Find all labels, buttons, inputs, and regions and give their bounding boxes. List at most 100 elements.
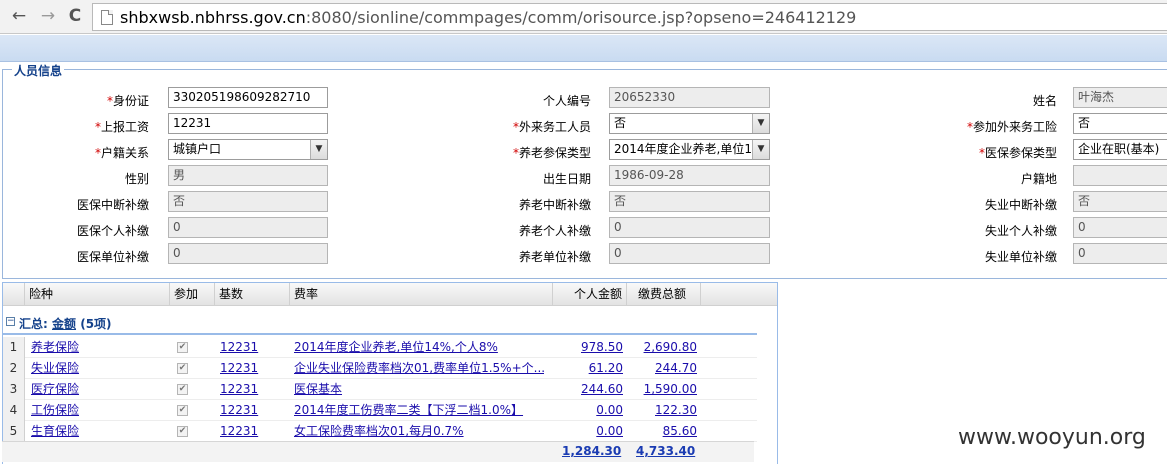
table-row[interactable]: 4 工伤保险 ✔ 12231 2014年度工伤费率二类【下浮二档1.0%】 0.00 122…	[3, 400, 757, 421]
row-number: 5	[3, 421, 25, 442]
checkbox-checked-icon[interactable]: ✔	[177, 405, 188, 416]
address-bar[interactable]: shbxwsb.nbhrss.gov.cn:8080/sionline/comm…	[92, 3, 1167, 31]
browser-toolbar: ← → C shbxwsb.nbhrss.gov.cn:8080/sionlin…	[0, 0, 1167, 34]
table-row[interactable]: 3 医疗保险 ✔ 12231 医保基本 244.60 1,590.00	[3, 379, 757, 400]
medical-type-label: *医保参保类型	[978, 146, 1057, 160]
header-total[interactable]: 缴费总额	[627, 283, 701, 306]
personal-amount-link[interactable]: 61.20	[589, 361, 623, 375]
unemp-personal-input[interactable]: 0	[1073, 217, 1167, 238]
household-place-label: 户籍地	[1020, 172, 1057, 186]
row-number: 4	[3, 400, 25, 421]
med-unit-label: 医保单位补缴	[76, 250, 149, 264]
household-select[interactable]: 城镇户口 ▼	[168, 139, 328, 160]
group-summary-row[interactable]: − 汇总: 金额 (5项)	[3, 313, 757, 335]
checkbox-checked-icon[interactable]: ✔	[177, 384, 188, 395]
base-link[interactable]: 12231	[220, 403, 258, 417]
join-migrant-insurance-label: *参加外来务工险	[966, 120, 1057, 134]
report-wage-label: *上报工资	[94, 120, 149, 134]
med-interrupt-label: 医保中断补缴	[76, 198, 149, 212]
page-icon	[101, 10, 113, 25]
person-no-input[interactable]: 20652330	[609, 87, 770, 108]
med-personal-label: 医保个人补缴	[76, 224, 149, 238]
header-join[interactable]: 参加	[170, 283, 215, 306]
pension-personal-input[interactable]: 0	[609, 217, 770, 238]
join-migrant-insurance-select[interactable]: 否	[1073, 113, 1167, 134]
checkbox-checked-icon[interactable]: ✔	[177, 426, 188, 437]
rate-link[interactable]: 医保基本	[294, 382, 342, 396]
name-input[interactable]: 叶海杰	[1073, 87, 1167, 108]
household-place-input[interactable]	[1073, 165, 1167, 186]
insurance-type-link[interactable]: 生育保险	[31, 424, 79, 438]
personal-amount-link[interactable]: 0.00	[596, 424, 623, 438]
total-amount-link[interactable]: 122.30	[655, 403, 697, 417]
report-wage-input[interactable]: 12231	[168, 113, 328, 134]
rate-link[interactable]: 女工保险费率档次01,每月0.7%	[294, 424, 464, 438]
header-type[interactable]: 险种	[25, 283, 170, 306]
gender-input[interactable]: 男	[168, 165, 328, 186]
insurance-type-link[interactable]: 工伤保险	[31, 403, 79, 417]
url-text[interactable]: shbxwsb.nbhrss.gov.cn:8080/sionline/comm…	[120, 8, 856, 27]
row-number: 2	[3, 358, 25, 379]
chevron-down-icon[interactable]: ▼	[752, 114, 769, 133]
header-personal[interactable]: 个人金额	[553, 283, 627, 306]
chevron-down-icon[interactable]: ▼	[752, 140, 769, 159]
chevron-down-icon[interactable]: ▼	[310, 140, 327, 159]
pension-interrupt-input[interactable]: 否	[609, 191, 770, 212]
unemp-unit-input[interactable]: 0	[1073, 243, 1167, 264]
total-amount-link[interactable]: 244.70	[655, 361, 697, 375]
total-amount-link[interactable]: 2,690.80	[644, 340, 697, 354]
med-interrupt-input[interactable]: 否	[168, 191, 328, 212]
header-rate[interactable]: 费率	[290, 283, 553, 306]
rate-link[interactable]: 2014年度工伤费率二类【下浮二档1.0%】	[294, 403, 523, 417]
header-rownum	[3, 283, 25, 306]
table-row[interactable]: 5 生育保险 ✔ 12231 女工保险费率档次01,每月0.7% 0.00 85.60	[3, 421, 757, 442]
pension-unit-input[interactable]: 0	[609, 243, 770, 264]
group-amount-link[interactable]: 金额	[52, 317, 76, 331]
base-link[interactable]: 12231	[220, 424, 258, 438]
group-count: (5项)	[80, 317, 112, 331]
back-icon[interactable]: ←	[8, 5, 30, 27]
personal-amount-link[interactable]: 244.60	[581, 382, 623, 396]
sum-personal[interactable]: 1,284.30	[562, 444, 621, 458]
id-card-input[interactable]: 330205198609282710	[168, 87, 328, 108]
checkbox-checked-icon[interactable]: ✔	[177, 342, 188, 353]
base-link[interactable]: 12231	[220, 340, 258, 354]
pension-type-select[interactable]: 2014年度企业养老,单位1 ▼	[609, 139, 770, 160]
sum-total[interactable]: 4,733.40	[636, 444, 695, 458]
reload-icon[interactable]: C	[64, 5, 86, 27]
grid-summary-footer: 1,284.30 4,733.40	[2, 441, 754, 462]
table-row[interactable]: 1 养老保险 ✔ 12231 2014年度企业养老,单位14%,个人8% 978.50 2,…	[3, 337, 757, 358]
insurance-grid: 险种 参加 基数 费率 个人金额 缴费总额 − 汇总: 金额 (5项) 1 养老保…	[2, 282, 778, 464]
pension-personal-label: 养老个人补缴	[518, 224, 591, 238]
med-personal-input[interactable]: 0	[168, 217, 328, 238]
watermark: www.wooyun.org	[958, 425, 1146, 450]
personal-amount-link[interactable]: 978.50	[581, 340, 623, 354]
birth-date-input[interactable]: 1986-09-28	[609, 165, 770, 186]
medical-type-select[interactable]: 企业在职(基本)	[1073, 139, 1167, 160]
unemp-personal-label: 失业个人补缴	[984, 224, 1057, 238]
table-row[interactable]: 2 失业保险 ✔ 12231 企业失业保险费率档次01,费率单位1.5%+个... 61.…	[3, 358, 757, 379]
migrant-worker-select[interactable]: 否 ▼	[609, 113, 770, 134]
checkbox-checked-icon[interactable]: ✔	[177, 363, 188, 374]
base-link[interactable]: 12231	[220, 382, 258, 396]
migrant-worker-label: *外来务工人员	[512, 120, 591, 134]
header-base[interactable]: 基数	[215, 283, 290, 306]
gender-label: 性别	[124, 172, 149, 186]
insurance-type-link[interactable]: 医疗保险	[31, 382, 79, 396]
total-amount-link[interactable]: 85.60	[663, 424, 697, 438]
household-label: *户籍关系	[94, 146, 149, 160]
collapse-icon[interactable]: −	[6, 317, 15, 326]
birth-date-label: 出生日期	[542, 172, 591, 186]
unemp-interrupt-label: 失业中断补缴	[984, 198, 1057, 212]
total-amount-link[interactable]: 1,590.00	[644, 382, 697, 396]
forward-icon[interactable]: →	[37, 5, 59, 27]
insurance-type-link[interactable]: 养老保险	[31, 340, 79, 354]
unemp-interrupt-input[interactable]: 否	[1073, 191, 1167, 212]
personal-amount-link[interactable]: 0.00	[596, 403, 623, 417]
row-number: 1	[3, 337, 25, 358]
insurance-type-link[interactable]: 失业保险	[31, 361, 79, 375]
rate-link[interactable]: 2014年度企业养老,单位14%,个人8%	[294, 340, 498, 354]
med-unit-input[interactable]: 0	[168, 243, 328, 264]
rate-link[interactable]: 企业失业保险费率档次01,费率单位1.5%+个...	[294, 361, 544, 375]
base-link[interactable]: 12231	[220, 361, 258, 375]
